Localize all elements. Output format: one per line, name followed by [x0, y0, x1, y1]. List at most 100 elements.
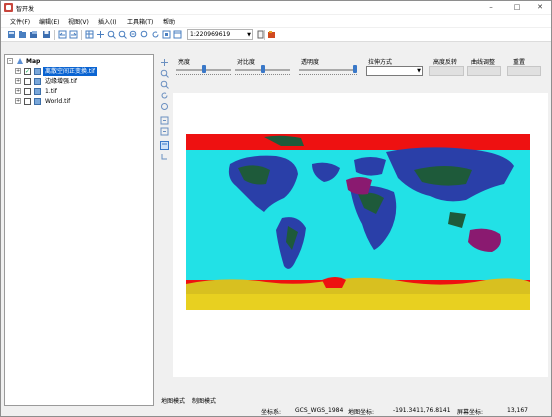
- next-extent-icon[interactable]: [160, 127, 169, 136]
- tab-layout-mode[interactable]: 制图模式: [192, 396, 216, 405]
- map-canvas[interactable]: [173, 93, 548, 377]
- expand-icon[interactable]: +: [15, 68, 21, 74]
- undo-icon[interactable]: [58, 30, 67, 39]
- raster-adjust-panel: 亮度 对比度 透明度 拉伸方式 ▼ 高度反转 曲线调整 重置: [173, 57, 543, 87]
- curve-adjust-label: 曲线调整: [471, 59, 496, 66]
- tree-layer-row[interactable]: + ✓ 离散空间正变换.tif: [15, 67, 153, 76]
- tree-layer-row[interactable]: + 1.tif: [15, 87, 153, 96]
- open-folder-icon[interactable]: [18, 30, 27, 39]
- reset-button[interactable]: [507, 66, 541, 76]
- menu-file[interactable]: 文件(F): [10, 17, 30, 26]
- layer-visibility-checkbox[interactable]: [24, 88, 31, 95]
- zoom-fixed-out-icon[interactable]: [140, 30, 149, 39]
- raster-layer-icon: [34, 68, 41, 75]
- pan-hand-icon[interactable]: [160, 58, 169, 67]
- contrast-label: 对比度: [237, 59, 256, 66]
- raster-layer-icon: [34, 88, 41, 95]
- highlight-invert-button[interactable]: [429, 66, 464, 76]
- scale-combobox[interactable]: 1:220969619 ▼: [187, 29, 253, 40]
- screen-coord-value: 13,167: [507, 407, 528, 414]
- zoom-out-icon[interactable]: [118, 30, 127, 39]
- menu-edit[interactable]: 编辑(E): [39, 17, 59, 26]
- tree-root-label: Map: [26, 58, 41, 65]
- minimize-button[interactable]: –: [480, 1, 502, 14]
- expand-icon[interactable]: +: [15, 78, 21, 84]
- raster-map-image: [186, 134, 530, 310]
- tree-layer-label: 离散空间正变换.tif: [43, 67, 98, 76]
- contrast-ticks: [235, 74, 290, 76]
- tree-layer-label: World.tif: [45, 98, 71, 105]
- open-file-icon[interactable]: [29, 30, 38, 39]
- menu-toolbox[interactable]: 工具箱(T): [127, 17, 153, 26]
- refresh-icon[interactable]: [160, 91, 169, 100]
- refresh-icon[interactable]: [151, 30, 160, 39]
- layer-visibility-checkbox[interactable]: [24, 98, 31, 105]
- save-icon[interactable]: [42, 30, 51, 39]
- chevron-down-icon: ▼: [417, 68, 421, 74]
- previous-extent-icon[interactable]: [160, 116, 169, 125]
- grid-icon[interactable]: [85, 30, 94, 39]
- raster-layer-icon: [34, 98, 41, 105]
- stretch-select[interactable]: ▼: [366, 66, 423, 76]
- tool-palette-icon[interactable]: [267, 30, 276, 39]
- brightness-label: 亮度: [178, 59, 191, 66]
- window-title: 智开发: [16, 6, 35, 13]
- app-logo-icon: [4, 3, 13, 12]
- tree-layer-row[interactable]: + World.tif: [15, 97, 153, 106]
- pan-icon[interactable]: [96, 30, 105, 39]
- menu-insert[interactable]: 插入(I): [98, 17, 116, 26]
- new-map-icon[interactable]: [7, 30, 16, 39]
- brightness-ticks: [176, 74, 231, 76]
- collapse-icon[interactable]: –: [7, 58, 13, 64]
- contrast-slider-thumb[interactable]: [260, 65, 265, 73]
- screen-coord-label: 屏幕坐标:: [457, 409, 484, 416]
- transparency-label: 透明度: [301, 59, 320, 66]
- maximize-button[interactable]: □: [506, 1, 528, 14]
- tree-root-row[interactable]: – Map: [7, 57, 147, 66]
- full-extent-icon[interactable]: [162, 30, 171, 39]
- stretch-label: 拉伸方式: [368, 59, 393, 66]
- highlight-invert-label: 高度反转: [433, 59, 458, 66]
- expand-icon[interactable]: +: [15, 98, 21, 104]
- tree-layer-label: 1.tif: [45, 88, 57, 95]
- title-bar: 智开发 – □ ✕: [1, 1, 551, 14]
- select-tool-icon[interactable]: [160, 141, 169, 150]
- map-tools-strip: [158, 56, 170, 166]
- toolbar-separator: [264, 30, 265, 40]
- tree-layer-row[interactable]: + 边缘增强.tif: [15, 77, 153, 86]
- crs-value: GCS_WGS_1984: [295, 407, 344, 414]
- tree-layer-label: 边缘增强.tif: [45, 78, 78, 85]
- zoom-in-icon[interactable]: [160, 69, 169, 78]
- expand-icon[interactable]: +: [15, 88, 21, 94]
- toolbar-separator: [81, 30, 82, 40]
- layer-tree-panel: – Map + ✓ 离散空间正变换.tif + 边缘增强.tif + 1.tif…: [4, 54, 154, 406]
- zoom-in-icon[interactable]: [107, 30, 116, 39]
- redo-icon[interactable]: [69, 30, 78, 39]
- map-coord-value: -191.3411,76.8141: [393, 407, 451, 414]
- transparency-slider-thumb[interactable]: [353, 65, 357, 73]
- status-bar: 坐标系: GCS_WGS_1984 地图坐标: -191.3411,76.814…: [1, 405, 551, 417]
- menu-help[interactable]: 帮助: [163, 17, 175, 26]
- transparency-ticks: [299, 74, 357, 76]
- close-button[interactable]: ✕: [529, 1, 551, 14]
- map-icon: [17, 58, 23, 64]
- app-window: 智开发 – □ ✕ 文件(F) 编辑(E) 视图(V) 插入(I) 工具箱(T)…: [0, 0, 552, 417]
- layer-visibility-checkbox[interactable]: ✓: [24, 68, 31, 75]
- chevron-down-icon: ▼: [247, 32, 251, 38]
- menu-bar: 文件(F) 编辑(E) 视图(V) 插入(I) 工具箱(T) 帮助: [1, 15, 551, 27]
- identify-icon[interactable]: [160, 102, 169, 111]
- crs-label: 坐标系:: [261, 409, 282, 416]
- map-coord-label: 地图坐标:: [348, 409, 375, 416]
- zoom-out-icon[interactable]: [160, 80, 169, 89]
- transparency-slider[interactable]: [299, 69, 357, 71]
- layer-visibility-checkbox[interactable]: [24, 78, 31, 85]
- scale-value: 1:220969619: [190, 31, 231, 38]
- menu-view[interactable]: 视图(V): [68, 17, 89, 26]
- reset-label: 重置: [513, 59, 526, 66]
- layout-icon[interactable]: [173, 30, 182, 39]
- measure-icon[interactable]: [160, 152, 169, 161]
- brightness-slider-thumb[interactable]: [201, 65, 206, 73]
- zoom-fixed-in-icon[interactable]: [129, 30, 138, 39]
- curve-adjust-button[interactable]: [467, 66, 501, 76]
- tab-map-mode[interactable]: 地图模式: [161, 396, 185, 405]
